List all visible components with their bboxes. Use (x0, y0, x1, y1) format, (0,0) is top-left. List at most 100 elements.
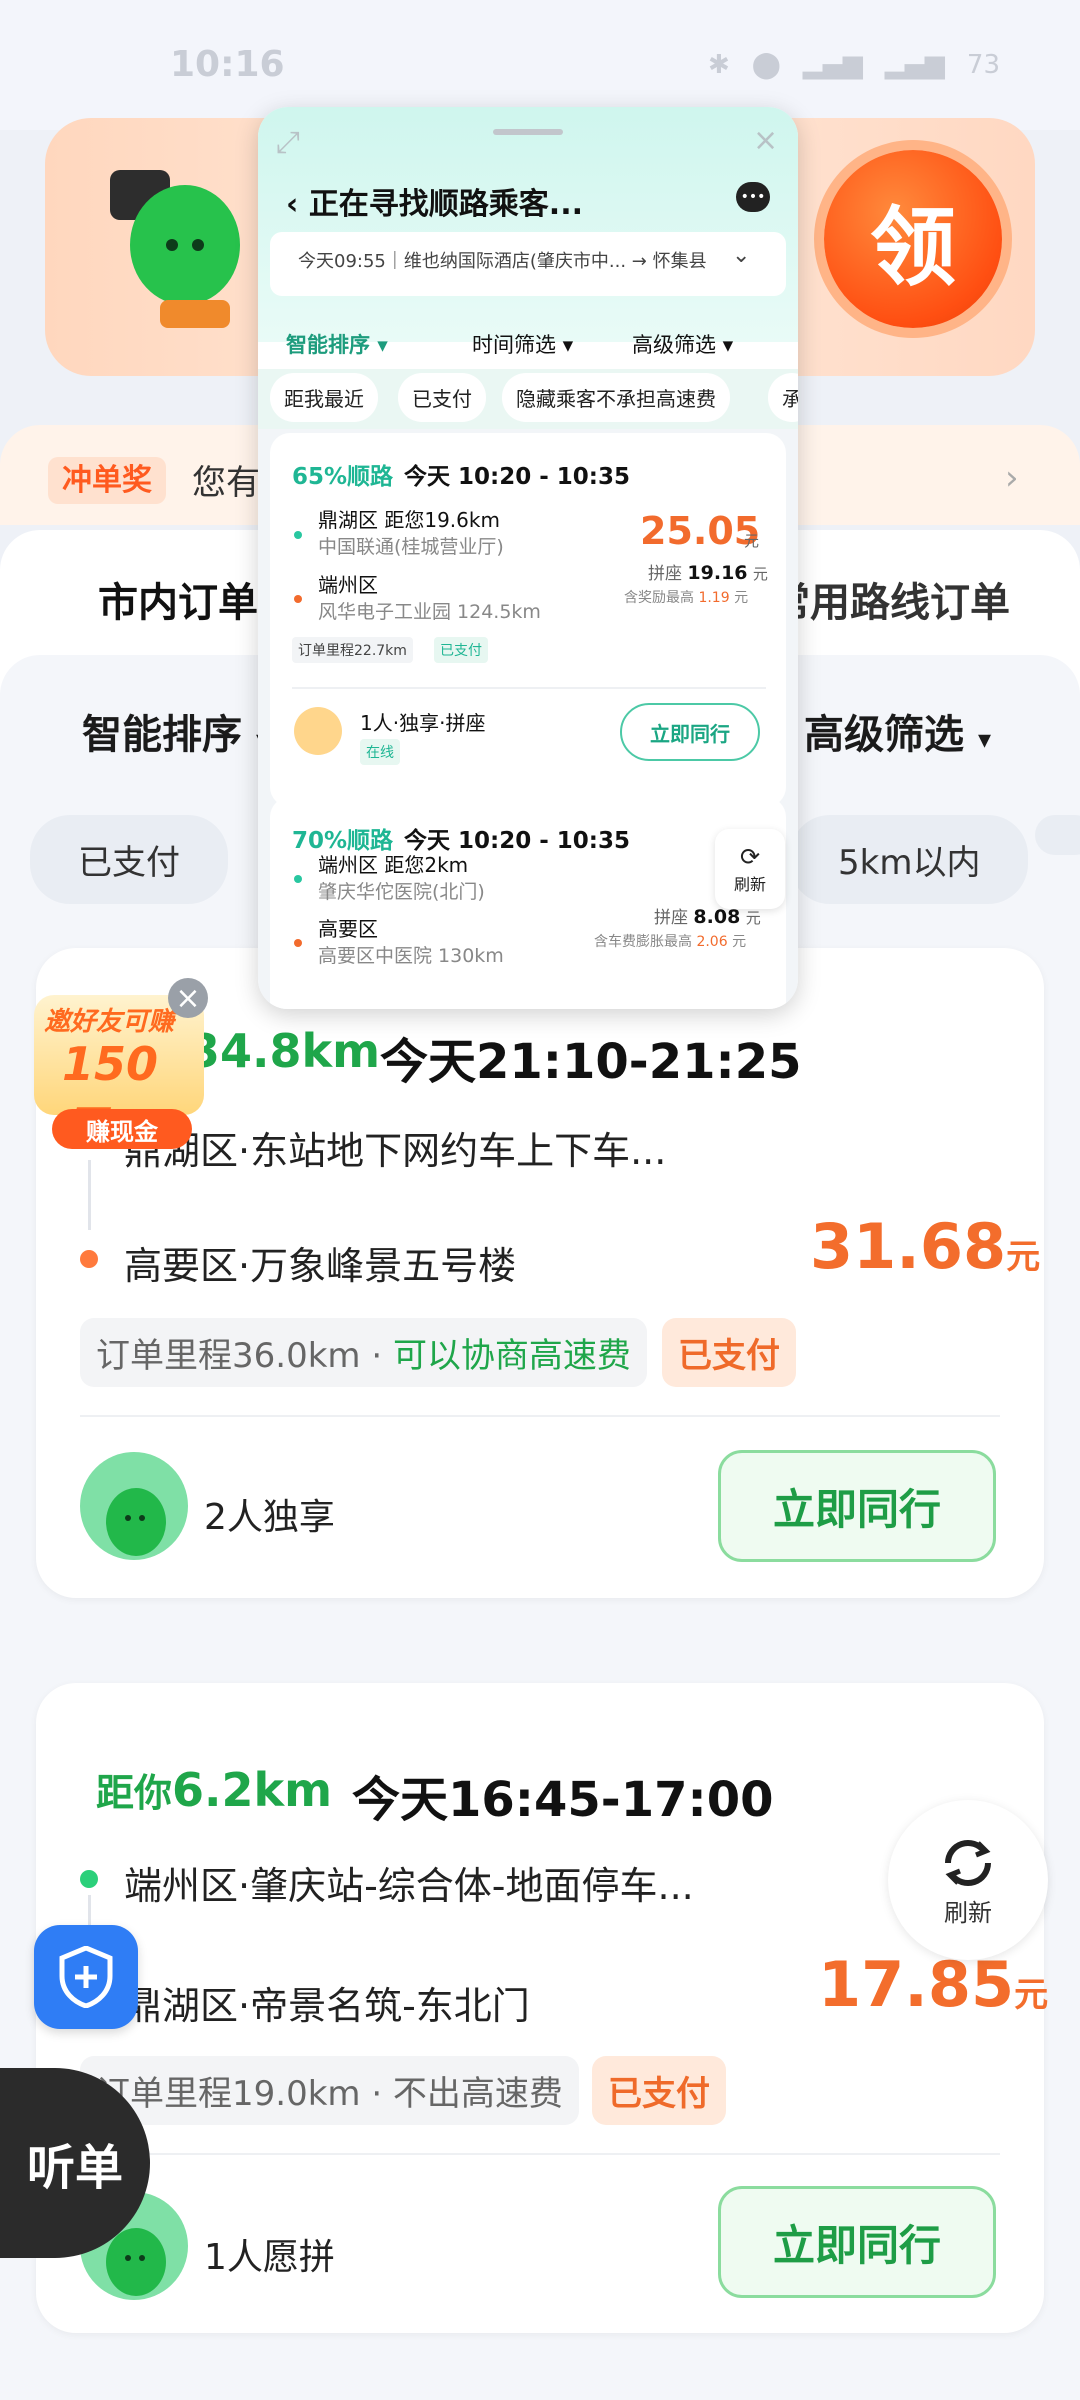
popup-dropoff-place: 高要区中医院 130km (318, 945, 504, 967)
popup-price-unit: 元 (744, 532, 760, 550)
reward-tag-label: 冲单奖 (48, 457, 166, 504)
reward-tag: 冲单奖 (48, 455, 166, 504)
divider (292, 687, 766, 689)
pin-unit: 元 (752, 565, 768, 583)
mascot-illustration (100, 150, 250, 330)
popup-passenger: 1人·独享·拼座 (360, 711, 486, 735)
refresh-icon: ⟳ (739, 843, 761, 871)
dropoff-location: 高要区·万象峰景五号楼 (124, 1244, 517, 1288)
sort-filter-label: 智能排序 (82, 712, 242, 758)
popup-refresh-label: 刷新 (733, 875, 766, 894)
popup-time-filter[interactable]: 时间筛选 ▾ (472, 329, 573, 359)
pin-price: 8.08 (693, 906, 741, 928)
popup-sort[interactable]: 智能排序 ▾ (286, 329, 388, 359)
bonus-label: 含车费膨胀最高 (594, 934, 692, 950)
distance-value: 6.2km (172, 1763, 333, 1817)
pickup-dot (294, 531, 302, 539)
popup-bonus: 含奖励最高 1.19 元 (624, 587, 748, 607)
accept-order-button[interactable]: 立即同行 (718, 2186, 996, 2298)
paid-badge: 已支付 (662, 1318, 796, 1387)
pin-label: 拼座 (648, 564, 682, 584)
popup-advanced-filter-label: 高级筛选 (632, 333, 716, 357)
drag-handle[interactable] (493, 129, 563, 135)
chip-paid[interactable]: 已支付 (30, 815, 228, 904)
popup-chip-no-highway[interactable]: 隐藏乘客不承担高速费 (502, 373, 730, 422)
pickup-location: 端州区·肇庆站-综合体-地面停车... (124, 1864, 694, 1908)
popup-dropoff-area: 端州区 (318, 573, 378, 597)
order-time: 今天16:45-17:00 (352, 1772, 774, 1828)
popup-accept-button[interactable]: 立即同行 (620, 703, 760, 761)
location-icon: ⬤ (751, 50, 781, 80)
order-distance: 34.8km (188, 1024, 381, 1078)
accept-order-button[interactable]: 立即同行 (718, 1450, 996, 1562)
order-price-value: 31.68 (810, 1210, 1007, 1283)
passenger-info: 2人独享 (204, 1497, 335, 1538)
signal-icon-2: ▂▄▆ (884, 50, 945, 80)
order-price: 31.68元 (810, 1210, 1040, 1283)
popup-pickup-area: 鼎湖区 距您19.6km (318, 508, 500, 532)
signal-icon: ▂▄▆ (802, 50, 863, 80)
popup-chip-paid[interactable]: 已支付 (398, 373, 486, 422)
dropoff-dot (294, 595, 302, 603)
route-line (88, 1160, 91, 1230)
popup-pin-price: 拼座 19.16 元 (648, 559, 768, 584)
distance-prefix: 距你 (96, 1771, 173, 1815)
caret-down-icon: ▾ (977, 725, 991, 755)
highway-text: 可以协商高速费 (392, 1336, 631, 1376)
popup-sort-label: 智能排序 (286, 333, 370, 357)
claim-badge[interactable]: 领 (824, 150, 1002, 328)
tab-common-routes[interactable]: 常用路线订单 (770, 570, 1010, 628)
paid-badge: 已支付 (592, 2056, 726, 2125)
invite-cta: 赚现金 (52, 1109, 192, 1149)
bonus-unit: 元 (734, 590, 749, 606)
popup-refresh-button[interactable]: ⟳ 刷新 (715, 829, 785, 909)
popup-price: 25.05 (640, 509, 761, 553)
popup-paid-tag: 已支付 (434, 637, 488, 663)
popup-title[interactable]: ‹ 正在寻找顺路乘客... (286, 179, 583, 223)
divider (80, 2153, 1000, 2155)
pickup-dot (294, 875, 302, 883)
popup-time-filter-label: 时间筛选 (472, 333, 556, 357)
popup-chip-nearest[interactable]: 距我最近 (270, 373, 378, 422)
online-badge: 在线 (360, 739, 400, 765)
pin-price: 19.16 (687, 562, 748, 584)
chat-icon[interactable]: ••• (736, 182, 770, 212)
sort-filter[interactable]: 智能排序 ▾ (82, 702, 269, 760)
popup-dropoff-area: 高要区 (318, 917, 378, 941)
popup-pickup-place: 肇庆华佗医院(北门) (318, 881, 485, 903)
popup-dropoff-place: 风华电子工业园 124.5km (318, 601, 541, 623)
popup-match-pct: 65%顺路 (292, 464, 394, 490)
chip-5km[interactable]: 5km以内 (790, 815, 1029, 904)
safety-shield-button[interactable] (34, 1925, 138, 2029)
dropoff-dot (80, 1250, 98, 1268)
advanced-filter[interactable]: 高级筛选 ▾ (804, 702, 991, 760)
status-time: 10:16 (170, 44, 285, 85)
bonus-value: 2.06 (696, 934, 728, 950)
popup-order-time: 今天 10:20 - 10:35 (404, 464, 630, 490)
order-time: 今天21:10-21:25 (380, 1034, 802, 1090)
close-icon[interactable]: × (168, 978, 208, 1018)
mileage-info: 订单里程36.0km · 可以协商高速费 (80, 1318, 647, 1387)
bonus-unit: 元 (732, 934, 747, 950)
chevron-right-icon[interactable]: › (1005, 458, 1019, 498)
tab-city-orders[interactable]: 市内订单 (98, 570, 258, 628)
battery-icon: 73 (966, 50, 1000, 80)
chevron-down-icon[interactable]: ⌄ (732, 243, 750, 268)
avatar (80, 1452, 188, 1560)
pin-unit: 元 (745, 909, 761, 927)
refresh-button[interactable]: 刷新 (888, 1800, 1048, 1960)
close-icon[interactable]: × (753, 123, 778, 158)
expand-icon[interactable]: ⤢ (276, 125, 300, 160)
bonus-value: 1.19 (698, 590, 730, 606)
popup-header (258, 107, 798, 342)
order-price-value: 17.85 (818, 1948, 1015, 2021)
back-icon[interactable]: ‹ (286, 187, 309, 222)
refresh-label: 刷新 (944, 1898, 992, 1927)
pin-label: 拼座 (654, 908, 688, 928)
route-summary-text: 今天09:55｜维也纳国际酒店(肇庆市中... → 怀集县 (298, 251, 707, 272)
popup-pickup-place: 中国联通(桂城营业厅) (318, 536, 504, 558)
chip-more[interactable] (1035, 815, 1080, 855)
floating-search-window[interactable]: ⤢ × ‹ 正在寻找顺路乘客... ••• 今天09:55｜维也纳国际酒店(肇庆… (258, 107, 798, 1009)
popup-advanced-filter[interactable]: 高级筛选 ▾ (632, 329, 733, 359)
mileage-text: 订单里程36.0km · (96, 1336, 393, 1376)
